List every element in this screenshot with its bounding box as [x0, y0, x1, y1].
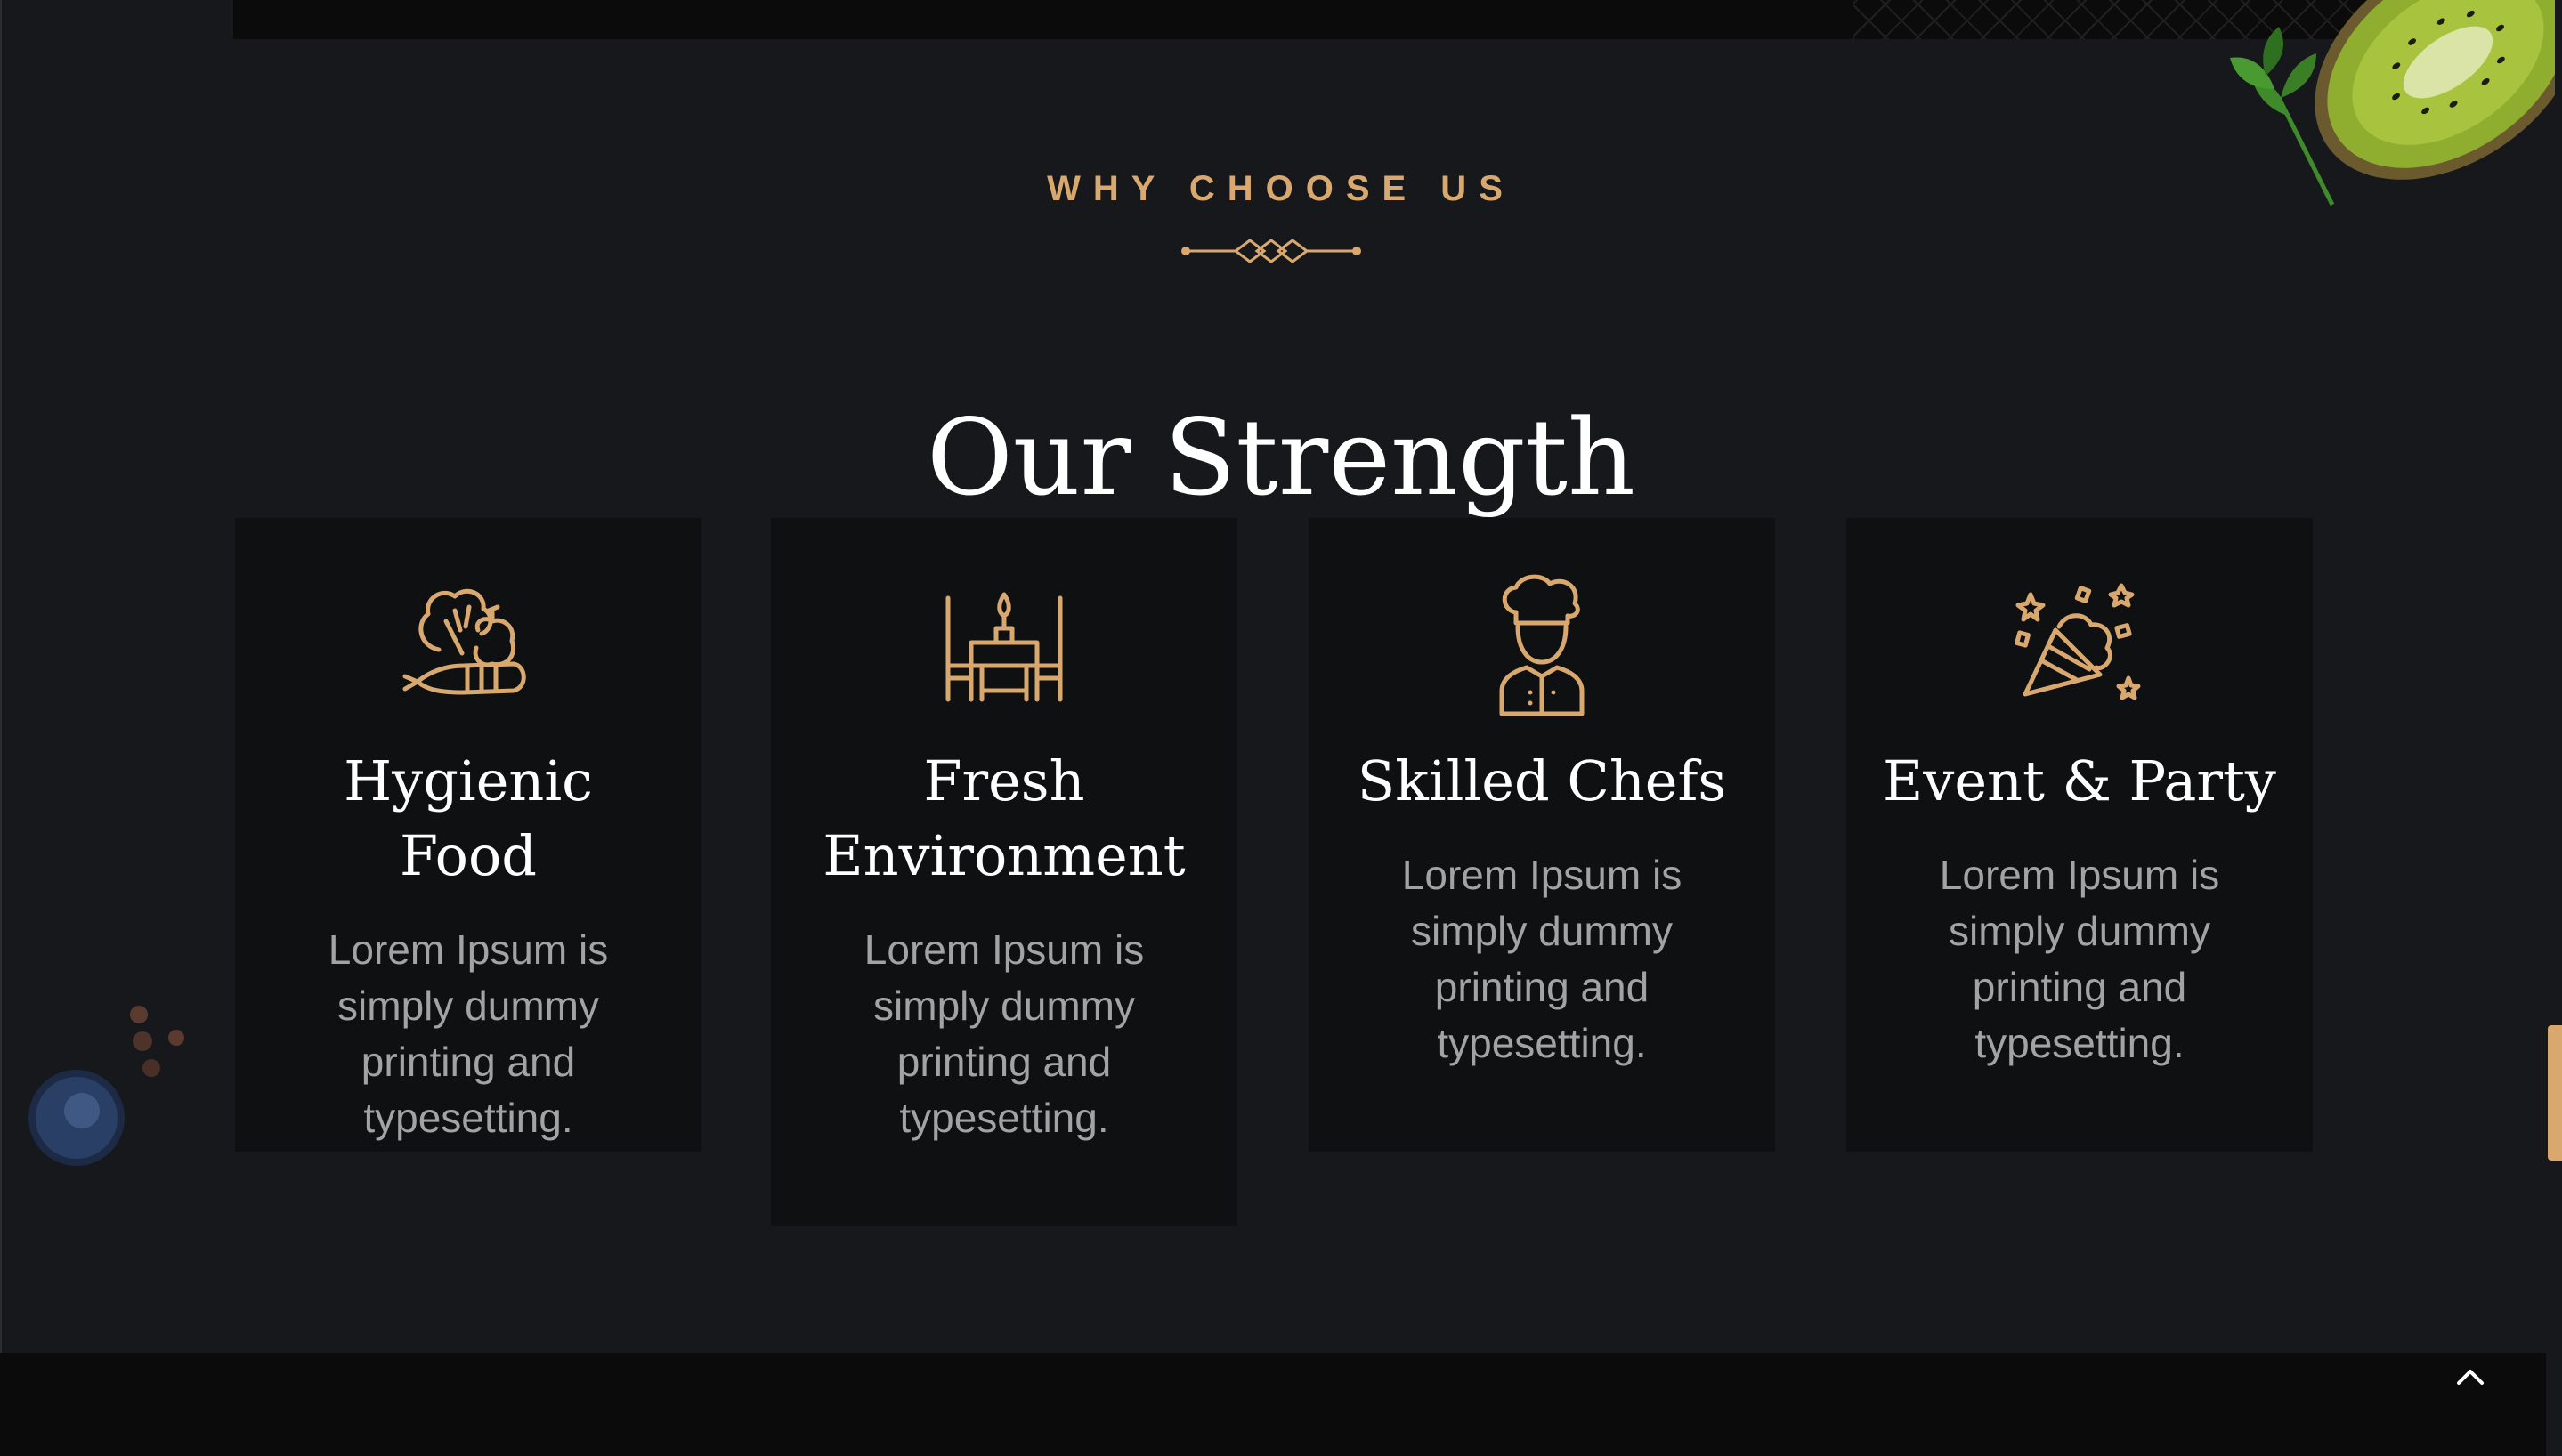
- footer-strip: [0, 1353, 2546, 1456]
- section-eyebrow: WHY CHOOSE US: [1047, 169, 1515, 208]
- feature-title: Hygienic Food: [344, 748, 593, 888]
- feature-card-hygienic-food: Hygienic Food Lorem Ipsum is simply dumm…: [235, 518, 701, 1152]
- blueberry-decor: [28, 1006, 184, 1166]
- feature-card-skilled-chefs: Skilled Chefs Lorem Ipsum is simply dumm…: [1309, 518, 1775, 1152]
- feature-description: Lorem Ipsum is simply dummy printing and…: [1939, 852, 2220, 1066]
- feature-title: Event & Party: [1883, 748, 2276, 813]
- feature-card-event-party: Event & Party Lorem Ipsum is simply dumm…: [1846, 518, 2313, 1152]
- feature-description: Lorem Ipsum is simply dummy printing and…: [1401, 852, 1682, 1066]
- chef-icon: [1499, 574, 1585, 716]
- party-popper-icon: [2015, 583, 2141, 700]
- side-tab[interactable]: [2548, 1025, 2562, 1161]
- previous-section-band: [233, 0, 2441, 39]
- feature-title: Fresh Environment: [823, 748, 1186, 888]
- chevron-up-icon: [2457, 1370, 2484, 1385]
- scroll-to-top-button[interactable]: [2439, 1351, 2501, 1403]
- feature-description: Lorem Ipsum is simply dummy printing and…: [328, 926, 609, 1141]
- section-title: Our Strength: [926, 395, 1636, 519]
- ornament-divider-icon: [1181, 239, 1361, 263]
- dining-table-icon: [945, 592, 1063, 702]
- feature-title: Skilled Chefs: [1357, 748, 1727, 813]
- feature-card-fresh-environment: Fresh Environment Lorem Ipsum is simply …: [771, 518, 1237, 1226]
- vegetables-icon: [402, 588, 526, 695]
- feature-description: Lorem Ipsum is simply dummy printing and…: [863, 926, 1145, 1141]
